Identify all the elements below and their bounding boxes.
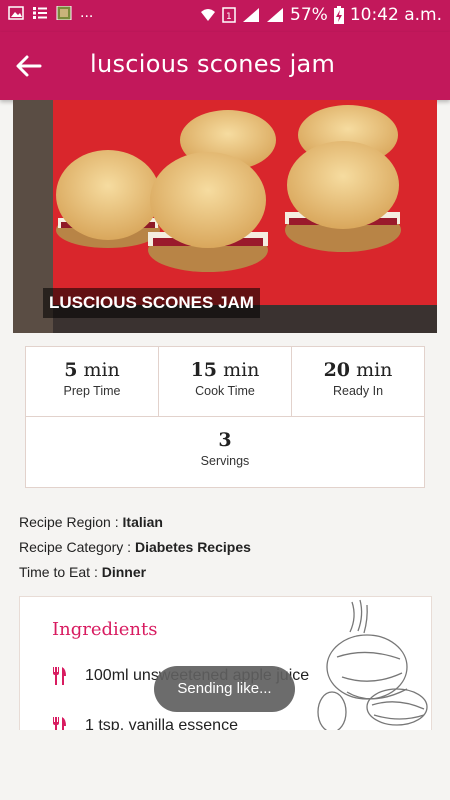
time-to-eat-label: Time to Eat : — [19, 564, 98, 580]
ready-in-label: Ready In — [332, 384, 384, 398]
toast-message: Sending like... — [154, 666, 295, 712]
recipe-hero-image: LUSCIOUS SCONES JAM — [13, 100, 437, 333]
sim-icon: 1 — [222, 7, 236, 23]
recipe-region-label: Recipe Region : — [19, 514, 119, 530]
time-to-eat-row: Time to Eat : Dinner — [19, 560, 251, 585]
ready-in-value: 20 — [323, 359, 351, 381]
status-right: 1 57% 10:42 a.m. — [200, 5, 442, 25]
battery-charging-icon — [333, 6, 344, 24]
prep-time-label: Prep Time — [63, 384, 121, 398]
recipe-category-label: Recipe Category : — [19, 539, 132, 555]
app-bar: luscious scones jam — [0, 32, 450, 100]
recipe-region-row: Recipe Region : Italian — [19, 510, 251, 535]
servings-stat: 3 Servings — [26, 417, 424, 486]
prep-time-unit: min — [83, 359, 120, 381]
status-bar: ... 1 57% 10:42 a.m. — [0, 0, 450, 32]
ingredients-title: Ingredients — [52, 619, 158, 640]
cook-time-value: 15 — [190, 359, 218, 381]
signal-icon — [243, 8, 260, 22]
cook-time-stat: 15 min Cook Time — [159, 347, 291, 416]
servings-label: Servings — [200, 454, 250, 468]
time-to-eat-value: Dinner — [101, 564, 147, 580]
cook-time-label: Cook Time — [195, 384, 255, 398]
signal-icon-2 — [267, 8, 284, 22]
vegetable-sketch-illustration — [317, 599, 428, 733]
clock: 10:42 a.m. — [349, 5, 442, 25]
wifi-icon — [201, 9, 216, 21]
prep-time-value: 5 — [64, 359, 78, 381]
recipe-region-value: Italian — [122, 514, 163, 530]
servings-value: 3 — [218, 429, 232, 451]
ready-in-stat: 20 min Ready In — [292, 347, 424, 416]
app-icon — [56, 6, 72, 20]
notification-icons: ... — [8, 4, 94, 21]
prep-time-stat: 5 min Prep Time — [26, 347, 158, 416]
bottom-area — [0, 730, 450, 800]
page-title: luscious scones jam — [90, 50, 336, 78]
recipe-category-row: Recipe Category : Diabetes Recipes — [19, 535, 251, 560]
recipe-stats: 5 min Prep Time 15 min Cook Time 20 min … — [25, 346, 425, 488]
fork-knife-icon — [53, 667, 66, 685]
cook-time-unit: min — [223, 359, 260, 381]
battery-percent: 57% — [290, 5, 328, 25]
hero-caption: LUSCIOUS SCONES JAM — [43, 288, 260, 318]
image-icon — [8, 6, 24, 20]
back-arrow-icon[interactable] — [14, 52, 44, 80]
recipe-meta: Recipe Region : Italian Recipe Category … — [19, 510, 251, 585]
list-icon — [33, 7, 47, 19]
ready-in-unit: min — [356, 359, 393, 381]
svg-text:1: 1 — [226, 12, 232, 22]
recipe-category-value: Diabetes Recipes — [134, 539, 251, 555]
more-notifications: ... — [80, 4, 94, 21]
